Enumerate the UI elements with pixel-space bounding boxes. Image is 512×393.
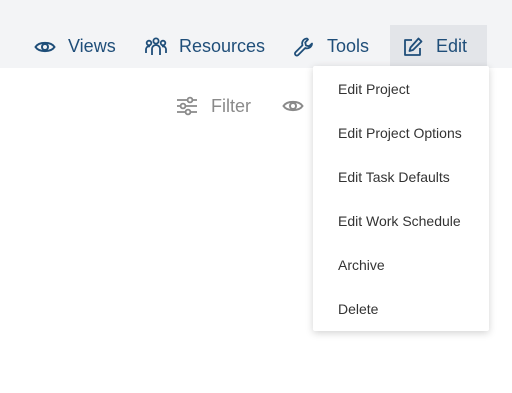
resources-label: Resources	[179, 36, 266, 56]
sliders-icon	[176, 96, 198, 116]
tools-menu-button[interactable]: Tools	[293, 25, 369, 68]
view-options-button[interactable]	[282, 92, 304, 120]
menu-item-edit-task-defaults[interactable]: Edit Task Defaults	[338, 169, 450, 185]
people-group-icon	[145, 37, 167, 57]
wrench-icon	[293, 36, 315, 58]
views-menu-button[interactable]: Views	[34, 25, 116, 68]
menu-item-archive[interactable]: Archive	[338, 257, 385, 273]
edit-pencil-square-icon	[402, 36, 424, 58]
filter-button[interactable]: Filter	[176, 92, 251, 120]
edit-dropdown-menu: Edit Project Edit Project Options Edit T…	[313, 66, 489, 331]
edit-menu-button[interactable]: Edit	[390, 25, 488, 68]
menu-item-edit-project-options[interactable]: Edit Project Options	[338, 125, 462, 141]
resources-menu-button[interactable]: Resources	[145, 25, 265, 68]
eye-icon	[282, 98, 304, 114]
menu-item-delete[interactable]: Delete	[338, 301, 378, 317]
menu-item-edit-project[interactable]: Edit Project	[338, 81, 410, 97]
filter-label: Filter	[211, 95, 251, 116]
edit-label: Edit	[436, 36, 468, 56]
eye-icon	[34, 39, 56, 55]
tools-label: Tools	[327, 36, 370, 56]
views-label: Views	[68, 36, 116, 56]
menu-item-edit-work-schedule[interactable]: Edit Work Schedule	[338, 213, 461, 229]
